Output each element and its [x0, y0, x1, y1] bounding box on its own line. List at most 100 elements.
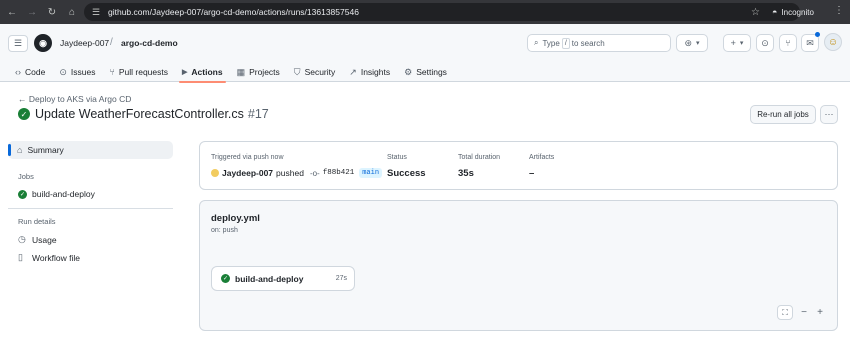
code-icon: ‹›: [15, 67, 21, 77]
artifacts-value: –: [529, 168, 535, 179]
incognito-icon: ◓: [772, 7, 778, 17]
kebab-icon: ⋯: [824, 109, 834, 119]
repo-tabs: ‹› Code ⊙ Issues ⑂ Pull requests ▶ Actions ▦…: [8, 62, 454, 83]
job-duration: 27s: [335, 275, 347, 282]
tab-pull-requests[interactable]: ⑂ Pull requests: [102, 62, 175, 82]
trigger-details: Jaydeep-007 pushed -o- f88b421 main: [211, 168, 383, 178]
check-circle-icon: ✓: [18, 189, 27, 199]
job-card[interactable]: ✓ build-and-deploy 27s: [211, 266, 355, 291]
url-text[interactable]: github.com/Jaydeep-007/argo-cd-demo/acti…: [108, 7, 359, 17]
tab-code[interactable]: ‹› Code: [8, 62, 52, 82]
run-title: Update WeatherForecastController.cs: [35, 107, 244, 121]
breadcrumb-separator: /: [110, 37, 113, 48]
jobs-heading: Jobs: [18, 172, 34, 181]
search-prefix: Type: [542, 38, 560, 48]
chevron-down-icon: ▾: [696, 40, 700, 47]
zoom-out-icon[interactable]: −: [796, 305, 812, 320]
rerun-all-jobs-button[interactable]: Re-run all jobs: [750, 105, 816, 124]
tab-security[interactable]: ⛉ Security: [287, 62, 342, 82]
status-value: Success: [387, 168, 426, 179]
table-icon: ▦: [236, 66, 246, 77]
home-icon[interactable]: ⌂: [64, 4, 80, 20]
check-circle-icon: ✓: [221, 274, 230, 283]
sidebar-item-label: Usage: [32, 234, 57, 245]
workflow-trigger: on: push: [211, 227, 238, 234]
tab-label: Pull requests: [118, 67, 168, 77]
issue-icon: ⊙: [761, 37, 769, 48]
sidebar-item-workflow-file[interactable]: ▯ Workflow file: [18, 252, 80, 263]
copilot-icon: ⊛: [684, 37, 693, 48]
tab-label: Actions: [191, 67, 223, 77]
duration-value: 35s: [458, 168, 474, 179]
breadcrumb-repo[interactable]: argo-cd-demo: [121, 38, 178, 48]
tab-label: Projects: [249, 67, 280, 77]
actor-link[interactable]: Jaydeep-007: [222, 168, 273, 178]
run-details-heading: Run details: [18, 217, 56, 226]
sidebar-item-summary[interactable]: ⌂ Summary: [8, 141, 173, 159]
zoom-in-icon[interactable]: +: [812, 305, 828, 320]
sidebar-item-usage[interactable]: ◷ Usage: [18, 234, 57, 245]
incognito-indicator[interactable]: ◓ Incognito: [772, 4, 814, 20]
fullscreen-icon[interactable]: ⛶: [777, 305, 793, 320]
tab-settings[interactable]: ⚙ Settings: [397, 62, 454, 82]
check-circle-icon: ✓: [18, 108, 30, 120]
duration-label: Total duration: [458, 154, 501, 161]
play-icon: ▶: [182, 69, 188, 76]
graph-icon: ↗: [349, 66, 357, 77]
sidebar-item-label: Workflow file: [32, 252, 81, 263]
workflow-file-name[interactable]: deploy.yml: [211, 213, 260, 224]
back-arrow-icon[interactable]: ←: [4, 4, 20, 20]
action-text: pushed: [276, 168, 304, 178]
avatar[interactable]: ☺: [824, 33, 842, 51]
stopwatch-icon: ◷: [18, 234, 26, 244]
gear-icon: ⚙: [404, 66, 413, 77]
more-options-button[interactable]: ⋯: [820, 105, 838, 124]
search-input[interactable]: ⌕ Type / to search: [527, 34, 671, 52]
bookmark-star-icon[interactable]: ☆: [751, 7, 760, 18]
forward-arrow-icon[interactable]: →: [24, 4, 40, 20]
incognito-label: Incognito: [781, 7, 814, 17]
create-new-button[interactable]: + ▾: [723, 34, 751, 52]
reload-icon[interactable]: ↻: [44, 4, 60, 20]
pull-request-icon: ⑂: [109, 67, 115, 77]
file-icon: ▯: [18, 252, 23, 262]
divider: [8, 208, 173, 209]
tab-label: Code: [25, 67, 46, 77]
tab-label: Insights: [360, 67, 391, 77]
site-info-icon[interactable]: ☰: [92, 7, 104, 18]
hamburger-menu-button[interactable]: ☰: [8, 35, 28, 52]
sidebar-item-label: Summary: [27, 145, 64, 155]
sidebar-item-label: build-and-deploy: [32, 189, 95, 199]
home-icon: ⌂: [17, 145, 23, 155]
artifacts-label: Artifacts: [529, 154, 555, 161]
commit-icon: -o-: [309, 168, 320, 178]
repo-header: ☰ ◉ Jaydeep-007 / argo-cd-demo ⌕ Type / …: [0, 24, 850, 83]
commit-link[interactable]: f88b421: [323, 169, 355, 177]
issues-button[interactable]: ⊙: [756, 34, 774, 52]
plus-icon: +: [730, 38, 736, 48]
copilot-button[interactable]: ⊛ ▾: [676, 34, 708, 52]
inbox-icon: ✉: [806, 37, 814, 48]
branch-badge[interactable]: main: [359, 168, 383, 178]
tab-projects[interactable]: ▦ Projects: [230, 62, 287, 82]
breadcrumb-owner[interactable]: Jaydeep-007: [60, 38, 109, 48]
issue-icon: ⊙: [59, 66, 67, 77]
tab-actions[interactable]: ▶ Actions: [175, 62, 230, 83]
search-icon: ⌕: [534, 38, 539, 47]
tab-label: Settings: [416, 67, 447, 77]
search-shortcut-key: /: [561, 37, 570, 49]
tab-label: Issues: [70, 67, 96, 77]
avatar: [211, 169, 219, 177]
pull-requests-button[interactable]: ⑂: [779, 34, 797, 52]
menu-icon[interactable]: ⋮: [834, 5, 844, 16]
address-bar[interactable]: ☰ github.com/Jaydeep-007/argo-cd-demo/ac…: [84, 3, 800, 21]
notification-dot: [815, 32, 820, 37]
tab-issues[interactable]: ⊙ Issues: [52, 62, 102, 82]
run-summary-card: Triggered via push now Jaydeep-007 pushe…: [199, 141, 838, 190]
workflow-graph: deploy.yml on: push ✓ build-and-deploy 2…: [199, 200, 838, 331]
sidebar-item-job[interactable]: ✓ build-and-deploy: [18, 189, 95, 199]
job-name: build-and-deploy: [235, 273, 304, 284]
tab-insights[interactable]: ↗ Insights: [342, 62, 397, 82]
back-to-workflow-link[interactable]: ← Deploy to AKS via Argo CD: [18, 94, 131, 104]
github-logo-icon[interactable]: ◉: [34, 34, 52, 52]
